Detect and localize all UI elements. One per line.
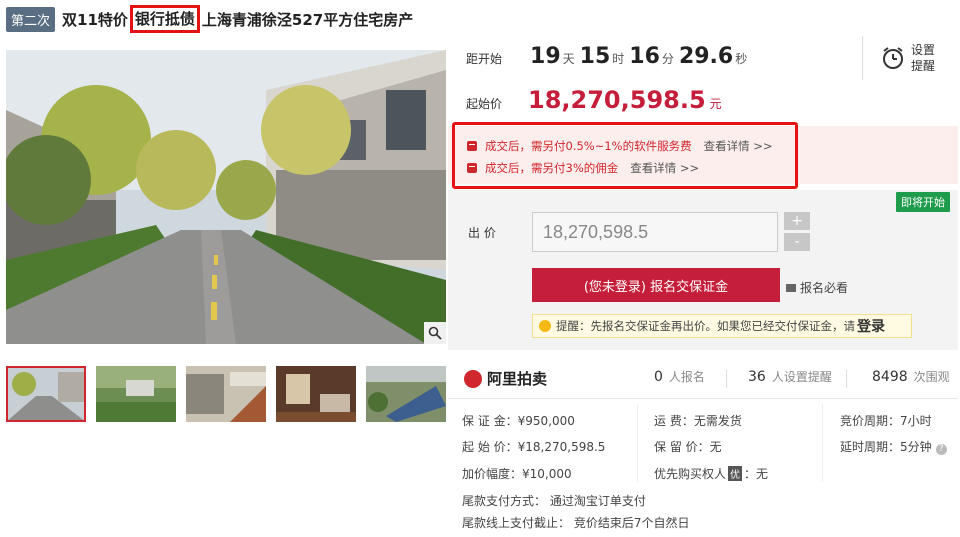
stat-divider bbox=[846, 370, 847, 388]
thumbnail-5[interactable] bbox=[366, 366, 446, 422]
divider bbox=[448, 398, 958, 399]
fee-notice: 成交后，需另付0.5%~1%的软件服务费 查看详情 >> 成交后，需另付3%的佣… bbox=[452, 122, 798, 189]
gift-icon bbox=[467, 141, 477, 151]
round-badge: 第二次 bbox=[6, 6, 56, 32]
start-price-label: 起始价 bbox=[466, 97, 503, 111]
countdown: 距开始 19 天 15 时 16 分 29.6 秒 bbox=[466, 44, 748, 69]
service-fee-details-link[interactable]: 查看详情 >> bbox=[704, 138, 773, 154]
login-link[interactable]: 登录 bbox=[857, 316, 885, 336]
countdown-minutes: 16 bbox=[629, 44, 660, 69]
stat-reminders: 36 人设置提醒 bbox=[748, 369, 832, 385]
info-shipping: 运 费：无需发货 bbox=[654, 414, 742, 428]
tip-text: 提醒：先报名交保证金再出价。如果您已经交付保证金，请 bbox=[556, 319, 855, 333]
title-prefix: 双11特价 bbox=[62, 10, 128, 29]
priority-tag-icon: 优 bbox=[728, 466, 743, 481]
info-bid-cycle: 竞价周期：7小时 bbox=[840, 414, 932, 428]
register-deposit-button[interactable]: (您未登录) 报名交保证金 bbox=[532, 268, 780, 302]
title-suffix: 上海青浦徐泾527平方住宅房产 bbox=[201, 10, 414, 29]
tip-box: 提醒：先报名交保证金再出价。如果您已经交付保证金，请 登录 bbox=[532, 314, 912, 338]
title-highlight: 银行抵债 bbox=[129, 5, 200, 33]
street-photo bbox=[6, 50, 446, 344]
info-deposit: 保 证 金：¥950,000 bbox=[462, 414, 575, 428]
brand-logo: 阿里拍卖 bbox=[464, 368, 547, 389]
page-title: 双11特价 银行抵债 上海青浦徐泾527平方住宅房产 bbox=[62, 5, 413, 33]
set-reminder-label: 设置提醒 bbox=[911, 43, 936, 73]
start-price-value: 18,270,598.5 bbox=[528, 86, 706, 114]
info-payment-method: 尾款支付方式： 通过淘宝订单支付 bbox=[462, 494, 646, 508]
countdown-days: 19 bbox=[530, 44, 561, 69]
main-photo[interactable] bbox=[6, 50, 446, 344]
info-delay-cycle: 延时周期：5分钟? bbox=[840, 438, 947, 455]
stat-divider bbox=[726, 370, 727, 388]
info-priority-buyer: 优先购买权人优：无 bbox=[654, 466, 769, 481]
ali-logo-icon bbox=[464, 369, 482, 388]
set-reminder-button[interactable]: 设置提醒 bbox=[862, 36, 939, 80]
title-row: 第二次 双11特价 银行抵债 上海青浦徐泾527平方住宅房产 bbox=[6, 5, 413, 33]
column-divider bbox=[637, 404, 638, 482]
clock-icon bbox=[883, 47, 903, 69]
thumbnail-4[interactable] bbox=[276, 366, 356, 422]
status-badge: 即将开始 bbox=[896, 192, 950, 212]
info-increment: 加价幅度：¥10,000 bbox=[462, 467, 572, 481]
column-divider bbox=[822, 404, 823, 482]
stat-views: 8498 次围观 bbox=[872, 369, 950, 385]
magnifier-icon bbox=[428, 326, 442, 340]
gift-icon bbox=[467, 163, 477, 173]
bid-input[interactable]: 18,270,598.5 bbox=[532, 212, 778, 252]
increase-bid-button[interactable]: + bbox=[784, 212, 810, 230]
zoom-button[interactable] bbox=[424, 322, 446, 344]
start-price-unit: 元 bbox=[709, 97, 722, 111]
help-icon[interactable]: ? bbox=[935, 444, 947, 455]
fee-line-service: 成交后，需另付0.5%~1%的软件服务费 查看详情 >> bbox=[467, 135, 795, 157]
commission-details-link[interactable]: 查看详情 >> bbox=[630, 160, 699, 176]
thumbnail-2[interactable] bbox=[96, 366, 176, 422]
thumbnail-3[interactable] bbox=[186, 366, 266, 422]
info-start-price: 起 始 价：¥18,270,598.5 bbox=[462, 440, 606, 454]
document-icon bbox=[786, 283, 796, 292]
stat-registrations: 0 人报名 bbox=[654, 369, 705, 385]
bid-label: 出 价 bbox=[468, 226, 496, 240]
thumbnail-strip bbox=[6, 366, 456, 422]
thumbnail-1[interactable] bbox=[6, 366, 86, 422]
lightbulb-icon bbox=[539, 320, 551, 332]
start-price: 起始价 18,270,598.5 元 bbox=[466, 86, 722, 114]
fee-line-commission: 成交后，需另付3%的佣金 查看详情 >> bbox=[467, 157, 795, 179]
decrease-bid-button[interactable]: - bbox=[784, 233, 810, 251]
info-payment-deadline: 尾款线上支付截止： 竞价结束后7个自然日 bbox=[462, 516, 690, 530]
countdown-hours: 15 bbox=[579, 44, 611, 69]
must-read-link[interactable]: 报名必看 bbox=[786, 279, 848, 296]
countdown-seconds: 29.6 bbox=[678, 44, 734, 69]
info-reserve-price: 保 留 价：无 bbox=[654, 440, 722, 454]
countdown-label: 距开始 bbox=[466, 52, 503, 66]
